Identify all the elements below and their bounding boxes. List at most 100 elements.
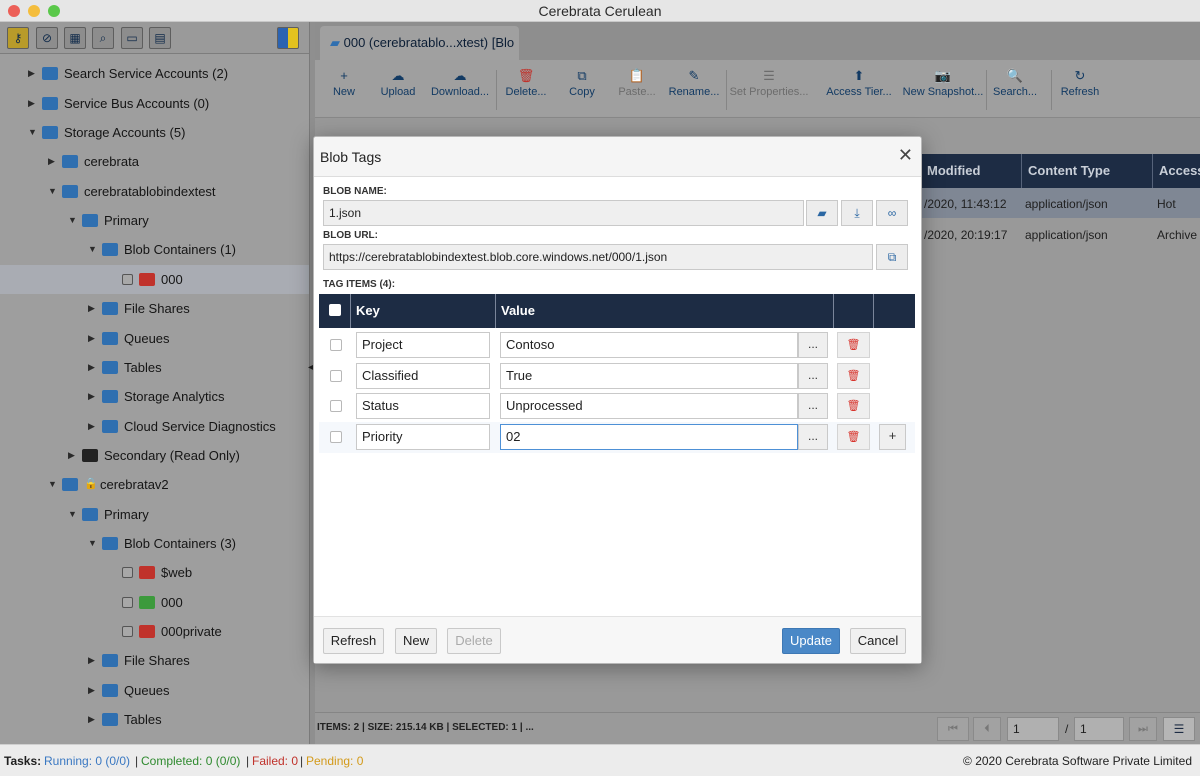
blob-name-field[interactable]: 1.json [323, 200, 804, 226]
edit-value-button[interactable]: ... [798, 393, 828, 419]
tree-node-checkbox[interactable] [122, 273, 133, 285]
expand-arrow-icon[interactable]: ▶ [88, 294, 98, 323]
tree-node[interactable]: ▶ Secondary (Read Only) [0, 441, 309, 470]
delete-tag-icon[interactable]: 🗑 [837, 423, 870, 450]
open-folder-icon[interactable]: ▰ [806, 200, 838, 226]
toolbar-access-tier-button[interactable]: ⬆ Access Tier... [814, 66, 904, 98]
tree-node[interactable]: ▶ Tables [0, 705, 309, 734]
tree-node[interactable]: ▼ 🔒 cerebratav2 [0, 470, 309, 499]
tasks-pending[interactable]: Pending: 0 [306, 745, 363, 776]
expand-arrow-icon[interactable]: ▶ [88, 324, 98, 353]
monitor-icon[interactable]: ▭ [121, 27, 143, 49]
tree-node[interactable]: ▶ File Shares [0, 294, 309, 323]
collapse-arrow-icon[interactable]: ▼ [88, 529, 98, 558]
expand-arrow-icon[interactable]: ▶ [88, 646, 98, 675]
delete-tag-icon[interactable]: 🗑 [837, 362, 870, 389]
tree-node-checkbox[interactable] [122, 596, 133, 608]
tag-row-checkbox[interactable] [330, 339, 342, 351]
tree-node[interactable]: ▶ File Shares [0, 646, 309, 675]
tag-key-input[interactable]: Project [356, 332, 490, 358]
tag-value-input[interactable]: True [500, 362, 798, 389]
tree-node[interactable]: ▶ Cloud Service Diagnostics [0, 412, 309, 441]
tag-row-checkbox[interactable] [330, 400, 342, 412]
expand-arrow-icon[interactable]: ▶ [88, 676, 98, 705]
tag-row-checkbox[interactable] [330, 430, 342, 443]
first-page-icon[interactable]: ⏮ [937, 717, 969, 741]
select-all-checkbox[interactable] [329, 304, 341, 316]
blob-url-field[interactable]: https://cerebratablobindextest.blob.core… [323, 244, 873, 270]
column-modified[interactable]: Modified [921, 154, 1021, 188]
link-icon[interactable]: ∞ [876, 200, 908, 226]
toolbar-refresh-button[interactable]: ↻ Refresh [1035, 66, 1125, 98]
zoom-window-button[interactable] [48, 5, 60, 17]
tree-node[interactable]: ▼ cerebratablobindextest [0, 177, 309, 206]
refresh-button[interactable]: Refresh [323, 628, 384, 654]
column-access[interactable]: Access [1152, 154, 1200, 188]
tab-container-000[interactable]: ▰ 000 (cerebratablo...xtest) [Blo [320, 26, 519, 60]
tag-key-input[interactable]: Status [356, 393, 490, 419]
previous-page-icon[interactable]: ⏴ [973, 717, 1001, 741]
collapse-arrow-icon[interactable]: ▼ [28, 118, 38, 147]
update-button[interactable]: Update [782, 628, 840, 654]
tree-node[interactable]: ▶ Search Service Accounts (2) [0, 59, 309, 88]
search-icon[interactable]: ⌕ [92, 27, 114, 49]
tree-node[interactable]: ▶ cerebrata [0, 147, 309, 176]
last-page-icon[interactable]: ⏭ [1129, 717, 1157, 741]
tree-node[interactable]: ▼ Primary [0, 500, 309, 529]
edit-value-button[interactable]: ... [798, 332, 828, 358]
table-row[interactable]: /2020, 20:19:17 application/json Archive [921, 218, 1200, 248]
expand-arrow-icon[interactable]: ▶ [88, 705, 98, 734]
tree-node[interactable]: ▶ Queues [0, 676, 309, 705]
connect-icon[interactable]: ⊘ [36, 27, 58, 49]
tree-node[interactable]: $web [0, 558, 309, 587]
tree-node[interactable]: 000private [0, 617, 309, 646]
table-row[interactable]: /2020, 11:43:12 application/json Hot [921, 188, 1200, 218]
storage-icon[interactable]: ▤ [149, 27, 171, 49]
tree-node-checkbox[interactable] [122, 626, 133, 637]
minimize-window-button[interactable] [28, 5, 40, 17]
tasks-failed[interactable]: Failed: 0 [252, 745, 298, 776]
folder-icon[interactable]: ▦ [64, 27, 86, 49]
tasks-completed[interactable]: Completed: 0 (0/0) [141, 745, 240, 776]
tree-node[interactable]: 000 [0, 588, 309, 617]
tree-node[interactable]: 000 [0, 264, 309, 294]
edit-value-button[interactable]: ... [798, 362, 828, 389]
expand-arrow-icon[interactable]: ▶ [88, 382, 98, 411]
new-tag-button[interactable]: New [395, 628, 437, 654]
tree-node[interactable]: ▶ Queues [0, 324, 309, 353]
column-content-type[interactable]: Content Type [1021, 154, 1152, 188]
copy-icon[interactable]: ⧉ [876, 244, 908, 270]
tag-key-input[interactable]: Priority [356, 423, 490, 450]
collapse-arrow-icon[interactable]: ▼ [68, 500, 78, 529]
tree-node[interactable]: ▼ Blob Containers (3) [0, 529, 309, 558]
cancel-button[interactable]: Cancel [850, 628, 906, 654]
delete-tags-button[interactable]: Delete [447, 628, 501, 654]
page-number-input[interactable]: 1 [1007, 717, 1059, 741]
close-window-button[interactable] [8, 5, 20, 17]
tree-node[interactable]: ▶ Service Bus Accounts (0) [0, 89, 309, 118]
close-icon[interactable]: ✕ [898, 145, 913, 165]
add-tag-button[interactable]: + [879, 423, 906, 450]
collapse-arrow-icon[interactable]: ▼ [88, 235, 98, 264]
tag-key-input[interactable]: Classified [356, 362, 490, 389]
tree-node[interactable]: ▼ Blob Containers (1) [0, 235, 309, 264]
toolbar-set-properties-button[interactable]: ☰ Set Properties... [724, 66, 814, 98]
collapse-arrow-icon[interactable]: ▼ [48, 470, 58, 499]
expand-arrow-icon[interactable]: ▶ [48, 147, 58, 176]
tree-node-checkbox[interactable] [122, 567, 133, 579]
tree-node[interactable]: ▼ Storage Accounts (5) [0, 118, 309, 147]
expand-arrow-icon[interactable]: ▶ [28, 59, 38, 88]
edit-value-button[interactable]: ... [798, 423, 828, 450]
tree-node[interactable]: ▶ Tables [0, 353, 309, 382]
delete-tag-icon[interactable]: 🗑 [837, 393, 870, 419]
list-view-icon[interactable]: ☰ [1163, 717, 1195, 741]
tasks-running[interactable]: Running: 0 (0/0) [44, 745, 130, 776]
tree-node[interactable]: ▶ Storage Analytics [0, 382, 309, 411]
expand-arrow-icon[interactable]: ▶ [28, 89, 38, 118]
delete-tag-icon[interactable]: 🗑 [837, 332, 870, 358]
collapse-arrow-icon[interactable]: ▼ [68, 206, 78, 235]
layout-toggle-icon[interactable] [277, 27, 299, 49]
tag-value-input[interactable]: Unprocessed [500, 393, 798, 419]
key-icon[interactable]: ⚷ [7, 27, 29, 49]
expand-arrow-icon[interactable]: ▶ [88, 353, 98, 382]
